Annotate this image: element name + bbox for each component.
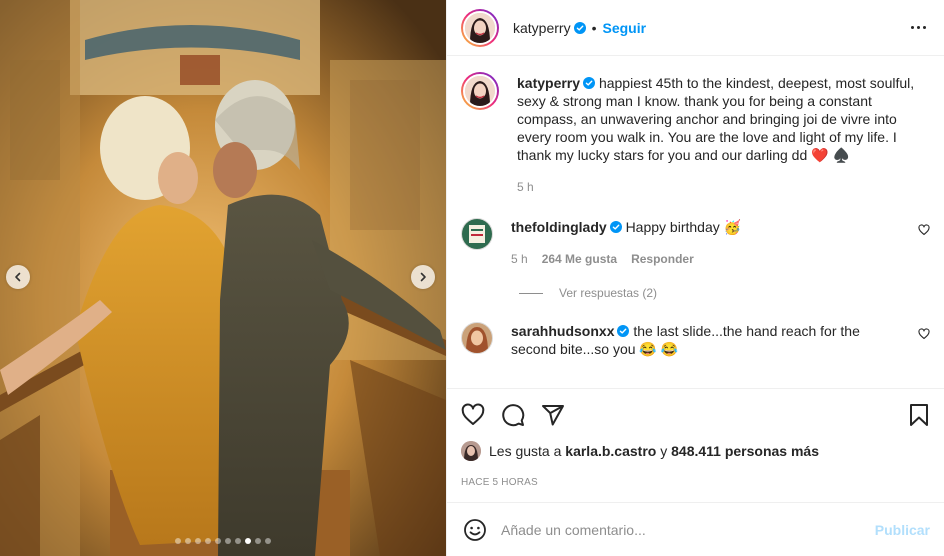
comment-item: thefoldinglady Happy birthday 🥳 5 h 264 … [461, 218, 930, 268]
comment-username[interactable]: thefoldinglady [511, 219, 607, 235]
liker-avatar [461, 441, 481, 461]
carousel-dot [245, 538, 251, 544]
post-actions-section: Les gusta a karla.b.castro y 848.411 per… [447, 388, 944, 502]
action-bar [461, 389, 930, 441]
carousel-dot [215, 538, 221, 544]
paper-plane-icon[interactable] [541, 403, 565, 427]
carousel-dot [195, 538, 201, 544]
comment-username[interactable]: sarahhudsonxx [511, 323, 614, 339]
carousel-prev-button[interactable] [6, 265, 30, 289]
heart-icon[interactable] [461, 403, 485, 427]
carousel-dot [235, 538, 241, 544]
carousel-next-button[interactable] [411, 265, 435, 289]
post-side-panel: katyperry • Seguir katyperry happiest 45… [446, 0, 944, 556]
carousel-dot [175, 538, 181, 544]
verified-badge-icon [617, 325, 630, 337]
smiley-icon[interactable] [463, 518, 487, 542]
commenter-avatar[interactable] [461, 218, 493, 250]
verified-badge-icon [573, 21, 586, 34]
header-separator: • [591, 19, 597, 36]
bookmark-icon[interactable] [908, 403, 930, 427]
view-replies-label: Ver respuestas (2) [559, 286, 658, 300]
carousel-dot [255, 538, 261, 544]
replies-divider [519, 292, 543, 294]
comment-item: sarahhudsonxx the last slide...the hand … [461, 322, 930, 358]
likes-summary[interactable]: Les gusta a karla.b.castro y 848.411 per… [461, 441, 930, 461]
post-timestamp[interactable]: HACE 5 HORAS [461, 477, 930, 488]
view-replies-button[interactable]: Ver respuestas (2) [519, 286, 930, 300]
caption-author-avatar[interactable] [461, 72, 499, 110]
post-media[interactable] [0, 0, 446, 556]
carousel-dot [225, 538, 231, 544]
author-username[interactable]: katyperry [513, 20, 571, 36]
comment-like-count[interactable]: 264 Me gusta [542, 250, 617, 268]
caption-time[interactable]: 5 h [517, 178, 534, 196]
commenter-avatar[interactable] [461, 322, 493, 354]
post-caption: katyperry happiest 45th to the kindest, … [461, 72, 930, 196]
more-options-icon[interactable] [907, 22, 930, 33]
comment-heart-icon[interactable] [918, 328, 930, 340]
verified-badge-icon [583, 77, 596, 89]
likes-middle: y [660, 443, 668, 459]
chevron-left-icon [15, 272, 21, 282]
follow-button[interactable]: Seguir [602, 20, 646, 36]
carousel-indicator [0, 538, 446, 544]
post-photo [0, 0, 446, 556]
likes-prefix: Les gusta a [489, 443, 562, 459]
post-header: katyperry • Seguir [447, 0, 944, 56]
likes-others-link[interactable]: 848.411 personas más [671, 443, 819, 459]
comment-reply-button[interactable]: Responder [631, 250, 694, 268]
instagram-post: katyperry • Seguir katyperry happiest 45… [0, 0, 944, 556]
carousel-dot [185, 538, 191, 544]
carousel-dot [265, 538, 271, 544]
verified-badge-icon [609, 221, 622, 233]
author-avatar[interactable] [461, 8, 499, 47]
publish-button[interactable]: Publicar [875, 522, 930, 538]
comment-heart-icon[interactable] [918, 224, 930, 236]
chevron-right-icon [420, 272, 426, 282]
caption-username[interactable]: katyperry [517, 75, 580, 91]
comments-list[interactable]: katyperry happiest 45th to the kindest, … [447, 56, 944, 388]
add-comment-bar: Publicar [447, 502, 944, 556]
likes-user-link[interactable]: karla.b.castro [565, 443, 656, 459]
comment-input[interactable] [501, 521, 875, 538]
comment-time[interactable]: 5 h [511, 250, 528, 268]
comment-bubble-icon[interactable] [501, 403, 525, 427]
comment-text: Happy birthday 🥳 [625, 219, 742, 235]
carousel-dot [205, 538, 211, 544]
